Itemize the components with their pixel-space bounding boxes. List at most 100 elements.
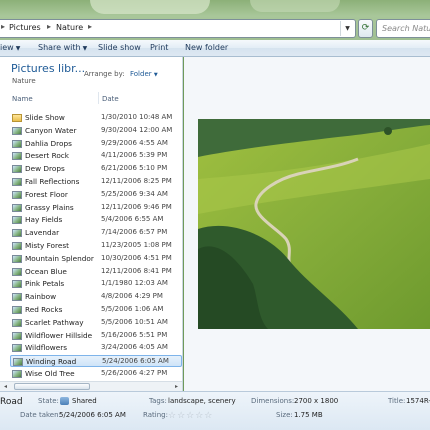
tags-value[interactable]: landscape, scenery xyxy=(168,397,236,405)
file-list-item[interactable]: Misty Forest 11/23/2005 1:08 PM xyxy=(10,240,182,252)
image-file-icon xyxy=(12,254,22,263)
file-name: Misty Forest xyxy=(25,241,70,250)
file-date: 12/11/2006 9:46 PM xyxy=(101,202,172,211)
refresh-button[interactable]: ⟳ xyxy=(358,19,373,38)
share-with-button[interactable]: Share with ▼ xyxy=(38,43,87,52)
image-file-icon xyxy=(12,178,22,186)
size-value: 1.75 MB xyxy=(294,411,323,419)
image-file-icon xyxy=(12,139,22,148)
image-file-icon xyxy=(12,280,22,289)
image-file-icon xyxy=(12,318,22,327)
file-list-item[interactable]: Scarlet Pathway 5/5/2006 10:51 AM xyxy=(10,317,182,329)
file-list-item[interactable]: Desert Rock 4/11/2006 5:39 PM xyxy=(10,150,182,162)
title-value[interactable]: 1574R-2 xyxy=(406,397,430,405)
file-date: 5/26/2006 4:27 PM xyxy=(101,369,168,377)
image-file-icon xyxy=(12,267,22,276)
file-name: Wise Old Tree xyxy=(25,369,75,378)
file-list-item[interactable]: Winding Road 5/24/2006 6:05 AM xyxy=(10,355,182,368)
file-list-item[interactable]: Ocean Blue 12/11/2006 8:41 PM xyxy=(10,266,182,278)
scrollbar-thumb[interactable] xyxy=(14,383,90,390)
file-date: 9/30/2004 12:00 AM xyxy=(101,125,173,134)
file-date: 5/5/2006 10:51 AM xyxy=(101,317,168,326)
image-file-icon xyxy=(12,293,22,302)
view-menu-button[interactable]: iew ▼ xyxy=(0,43,20,52)
file-name: Red Rocks xyxy=(25,305,63,314)
file-date: 6/21/2006 5:10 PM xyxy=(101,164,168,173)
file-date: 1/30/2010 10:48 AM xyxy=(101,113,173,121)
file-date: 5/24/2006 6:05 AM xyxy=(102,357,169,366)
image-file-icon xyxy=(12,216,22,225)
file-list-item[interactable]: Mountain Splendor 10/30/2006 4:51 PM xyxy=(10,253,182,265)
file-list-item[interactable]: Pink Petals 1/1/1980 12:03 AM xyxy=(10,278,182,290)
file-name: Dew Drops xyxy=(25,164,65,174)
file-list-item[interactable]: Wildflowers 3/24/2006 4:05 AM xyxy=(10,342,182,354)
file-list-item[interactable]: Forest Floor 5/25/2006 9:34 AM xyxy=(10,189,182,201)
details-filename: Road xyxy=(0,397,23,407)
scroll-left-icon[interactable]: ◂ xyxy=(1,383,10,391)
file-list-item[interactable]: Rainbow 4/8/2006 4:29 PM xyxy=(10,291,182,303)
column-header-date[interactable]: Date xyxy=(102,95,119,103)
shared-icon xyxy=(60,397,69,405)
breadcrumb-nature[interactable]: Nature xyxy=(56,23,83,32)
state-value: Shared xyxy=(72,397,97,405)
search-input[interactable]: Search Nature xyxy=(376,19,430,38)
file-name: Slide Show xyxy=(25,113,65,122)
chevron-down-icon: ▼ xyxy=(15,45,21,52)
horizontal-scrollbar[interactable]: ◂ ▸ xyxy=(0,381,182,391)
file-list-item[interactable]: Red Rocks 5/5/2006 1:06 AM xyxy=(10,304,182,316)
address-bar[interactable]: ▸ Pictures ▸ Nature ▸ ▼ xyxy=(0,19,356,38)
file-date: 12/11/2006 8:41 PM xyxy=(101,266,172,275)
image-file-icon xyxy=(12,203,22,212)
file-name: Canyon Water xyxy=(25,125,77,135)
file-date: 12/11/2006 8:25 PM xyxy=(101,177,172,185)
file-list-item[interactable]: Slide Show 1/30/2010 10:48 AM xyxy=(10,112,182,124)
image-file-icon xyxy=(12,126,22,135)
chevron-down-icon: ▼ xyxy=(82,45,88,52)
image-file-icon xyxy=(12,190,22,199)
breadcrumb-pictures[interactable]: Pictures xyxy=(9,23,41,32)
refresh-icon: ⟳ xyxy=(361,23,370,33)
image-file-icon xyxy=(12,229,22,238)
file-name: Hay Fields xyxy=(25,215,63,225)
file-name: Lavendar xyxy=(25,228,60,238)
file-date: 11/23/2005 1:08 PM xyxy=(101,241,172,249)
file-date: 4/11/2006 5:39 PM xyxy=(101,151,168,160)
rating-stars[interactable]: ☆☆☆☆☆ xyxy=(168,411,213,421)
file-name: Pink Petals xyxy=(25,279,65,289)
chevron-down-icon: ▼ xyxy=(153,72,158,78)
file-list-item[interactable]: Wildflower Hillside 5/16/2006 5:51 PM xyxy=(10,330,182,342)
slide-show-button[interactable]: Slide show xyxy=(98,43,141,52)
folder-icon xyxy=(12,114,22,122)
column-divider[interactable] xyxy=(98,92,99,104)
winding-road-photo xyxy=(198,119,430,329)
file-list-item[interactable]: Grassy Plains 12/11/2006 9:46 PM xyxy=(10,202,182,214)
file-list-item[interactable]: Canyon Water 9/30/2004 12:00 AM xyxy=(10,125,182,137)
breadcrumb-separator[interactable]: ▸ xyxy=(47,22,51,31)
address-dropdown-icon[interactable]: ▼ xyxy=(340,21,354,36)
file-name: Desert Rock xyxy=(25,151,70,161)
file-list-item[interactable]: Fall Reflections 12/11/2006 8:25 PM xyxy=(10,176,182,188)
file-name: Mountain Splendor xyxy=(25,253,94,263)
date-taken-value[interactable]: 5/24/2006 6:05 AM xyxy=(59,411,126,419)
breadcrumb-separator[interactable]: ▸ xyxy=(88,22,92,31)
arrange-by-dropdown[interactable]: Folder ▼ xyxy=(130,70,158,78)
file-list-item[interactable]: Hay Fields 5/4/2006 6:55 AM xyxy=(10,214,182,226)
file-date: 10/30/2006 4:51 PM xyxy=(101,253,172,262)
image-file-icon xyxy=(13,358,23,367)
file-date: 5/25/2006 9:34 AM xyxy=(101,189,168,198)
file-list-item[interactable]: Wise Old Tree 5/26/2006 4:27 PM xyxy=(10,368,182,380)
print-button[interactable]: Print xyxy=(150,43,168,52)
file-list-pane: Pictures libr... Nature Arrange by: Fold… xyxy=(0,57,183,391)
file-list-item[interactable]: Dahlia Drops 9/29/2006 4:55 AM xyxy=(10,138,182,150)
file-list-item[interactable]: Lavendar 7/14/2006 6:57 PM xyxy=(10,227,182,239)
date-taken-label: Date taken: xyxy=(20,411,61,419)
column-header-name[interactable]: Name xyxy=(12,95,33,103)
details-pane: Road State: Shared Date taken: 5/24/2006… xyxy=(0,391,430,430)
file-list-item[interactable]: Dew Drops 6/21/2006 5:10 PM xyxy=(10,163,182,175)
file-name: Forest Floor xyxy=(25,189,68,199)
new-folder-button[interactable]: New folder xyxy=(185,43,228,52)
library-title: Pictures libr... xyxy=(11,62,86,75)
scroll-right-icon[interactable]: ▸ xyxy=(172,383,181,391)
file-date: 9/29/2006 4:55 AM xyxy=(101,138,168,147)
file-date: 5/16/2006 5:51 PM xyxy=(101,330,168,339)
